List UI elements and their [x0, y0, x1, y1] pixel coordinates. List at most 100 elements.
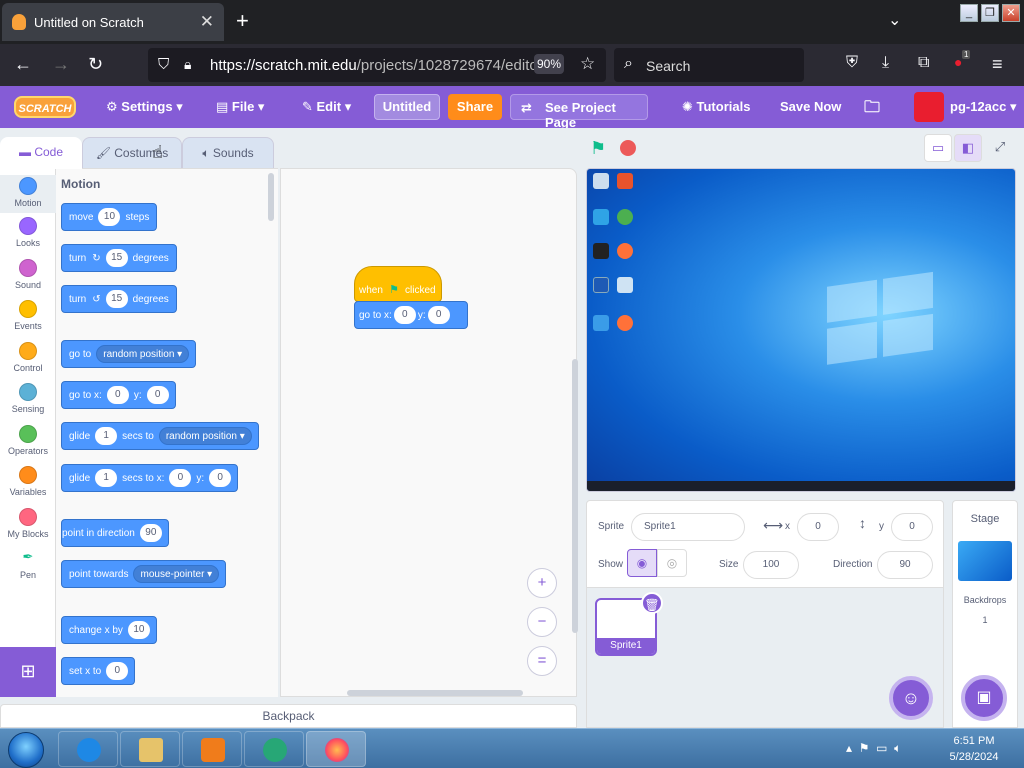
account-menu[interactable]: pg-12acc ▾ [950, 99, 1017, 115]
block-input[interactable]: 0 [106, 386, 129, 404]
start-button[interactable] [8, 732, 44, 768]
category-operators[interactable]: Operators [0, 425, 56, 456]
sprite-name-field[interactable]: Sprite1 [631, 513, 745, 541]
add-backdrop-icon[interactable]: ▣ [961, 675, 1007, 721]
block-point-direction[interactable]: point in direction 90 [61, 519, 169, 547]
tutorials-button[interactable]: ✺ Tutorials [682, 99, 750, 115]
block-dropdown[interactable]: random position ▾ [96, 345, 190, 363]
tab-code[interactable]: ▬ Code [0, 137, 82, 169]
show-visible-button[interactable]: ◉ [627, 549, 657, 577]
block-input[interactable]: 10 [127, 621, 150, 639]
block-dropdown[interactable]: random position ▾ [158, 427, 252, 445]
block-turn-left[interactable]: turn ↺ 15 degrees [61, 285, 177, 313]
new-tab-button[interactable]: + [236, 8, 249, 34]
category-control[interactable]: Control [0, 342, 56, 373]
block-input[interactable]: 15 [105, 249, 128, 267]
share-button[interactable]: Share [448, 94, 502, 120]
block-glide-xy[interactable]: glide 1 secs to x: 0 y: 0 [61, 464, 239, 492]
category-pen[interactable]: ✒ Pen [0, 549, 56, 580]
reload-icon[interactable]: ↻ [88, 54, 103, 75]
browser-tab[interactable]: Untitled on Scratch ✕ [2, 3, 224, 41]
category-events[interactable]: Events [0, 300, 56, 331]
block-turn-right[interactable]: turn ↻ 15 degrees [61, 244, 177, 272]
category-motion[interactable]: Motion [0, 175, 56, 213]
show-hidden-button[interactable]: ◎ [657, 549, 687, 577]
extensions-icon[interactable]: ⧉ [918, 54, 929, 72]
stop-icon[interactable] [620, 140, 636, 156]
zoom-in-button[interactable]: + [527, 568, 557, 598]
fullscreen-button[interactable]: ⤢ [986, 134, 1014, 162]
y-field[interactable]: 0 [891, 513, 933, 541]
block-input[interactable]: 1 [95, 469, 118, 487]
block-move[interactable]: move 10 steps [61, 203, 158, 231]
url-text[interactable]: https://scratch.mit.edu/projects/1028729… [210, 57, 543, 74]
block-input[interactable]: 0 [106, 662, 129, 680]
tab-close-icon[interactable]: ✕ [200, 12, 214, 32]
category-looks[interactable]: Looks [0, 217, 56, 248]
forward-icon[interactable]: → [52, 54, 70, 75]
tab-sounds[interactable]: 🔈︎ Sounds [182, 137, 274, 169]
direction-field[interactable]: 90 [877, 551, 933, 579]
back-icon[interactable]: ← [14, 54, 32, 75]
normal-stage-button[interactable]: ◧ [954, 134, 982, 162]
stage-canvas[interactable] [586, 168, 1016, 492]
search-input[interactable]: ⌕ Search [614, 48, 804, 82]
backpack-bar[interactable]: Backpack [0, 704, 577, 728]
project-title-field[interactable]: Untitled [374, 94, 440, 120]
address-bar[interactable]: ⛉ 🔒︎ https://scratch.mit.edu/projects/10… [148, 48, 606, 82]
block-input[interactable]: 15 [105, 290, 128, 308]
stage-thumbnail[interactable] [958, 541, 1012, 581]
block-input[interactable]: 90 [139, 524, 162, 542]
block-input[interactable]: 0 [169, 469, 192, 487]
x-field[interactable]: 0 [797, 513, 839, 541]
block-go-to[interactable]: go to random position ▾ [61, 340, 197, 368]
zoom-out-button[interactable]: − [527, 607, 557, 637]
block-set-x[interactable]: set x to 0 [61, 657, 136, 685]
close-window-button[interactable]: ✕ [1002, 4, 1020, 22]
small-stage-button[interactable]: ▭ [924, 134, 952, 162]
minimize-window-button[interactable]: _ [960, 4, 978, 22]
block-input[interactable]: 10 [98, 208, 121, 226]
star-icon[interactable]: ☆ [580, 54, 595, 74]
block-glide-to[interactable]: glide 1 secs to random position ▾ [61, 422, 259, 450]
block-go-to-xy[interactable]: go to x: 0 y: 0 [61, 381, 176, 409]
category-variables[interactable]: Variables [0, 466, 56, 497]
settings-menu[interactable]: ⚙ Settings ▾ [106, 99, 183, 115]
folder-icon[interactable]: 🗀 [864, 96, 880, 123]
script-scrollbar-horizontal[interactable] [347, 690, 523, 696]
zoom-reset-button[interactable]: = [527, 646, 557, 676]
block-input[interactable]: 0 [146, 386, 169, 404]
edit-menu[interactable]: ✎ Edit ▾ [302, 99, 351, 115]
tab-costumes[interactable]: 🖌︎ Costumes [82, 137, 182, 169]
avatar[interactable] [914, 92, 944, 122]
see-project-page-button[interactable]: ⇄ See Project Page [510, 94, 648, 130]
block-input[interactable]: 1 [95, 427, 118, 445]
ie-taskbar-button[interactable] [58, 731, 118, 767]
add-extension-button[interactable]: ⊞ [0, 647, 56, 697]
block-change-x[interactable]: change x by 10 [61, 616, 157, 644]
menu-icon[interactable]: ≡ [992, 54, 1003, 75]
save-now-button[interactable]: Save Now [780, 99, 841, 114]
system-tray[interactable]: ▴ ⚑ ▭ 🔈︎ [846, 741, 901, 756]
explorer-taskbar-button[interactable] [120, 731, 180, 767]
go-to-xy-block[interactable]: go to x: 0 y: 0 [354, 301, 468, 329]
block-input[interactable]: 0 [393, 306, 416, 324]
trash-icon[interactable]: 🗑︎ [641, 592, 663, 614]
clock[interactable]: 6:51 PM 5/28/2024 [940, 733, 1008, 765]
zoom-level-badge[interactable]: 90% [534, 54, 564, 74]
category-sound[interactable]: Sound [0, 259, 56, 290]
script-scrollbar-vertical[interactable] [572, 359, 578, 633]
restore-window-button[interactable]: ❐ [981, 4, 999, 22]
block-input[interactable]: 0 [427, 306, 450, 324]
size-field[interactable]: 100 [743, 551, 799, 579]
tab-list-chevron-icon[interactable]: ⌄ [888, 10, 901, 30]
lock-icon[interactable]: 🔒︎ [184, 56, 191, 73]
stage-selector-pane[interactable]: Stage Backdrops 1 ▣ [952, 500, 1018, 728]
shield-icon[interactable]: ⛉ [158, 56, 169, 73]
scratch-logo[interactable]: SCRATCH [14, 96, 76, 118]
palette-scrollbar[interactable] [268, 173, 274, 221]
script-area[interactable]: when ⚑ clicked go to x: 0 y: 0 + − = [280, 168, 578, 697]
block-dropdown[interactable]: mouse-pointer ▾ [133, 565, 220, 583]
download-icon[interactable]: ⤓ [882, 54, 889, 72]
block-point-towards[interactable]: point towards mouse-pointer ▾ [61, 560, 227, 588]
